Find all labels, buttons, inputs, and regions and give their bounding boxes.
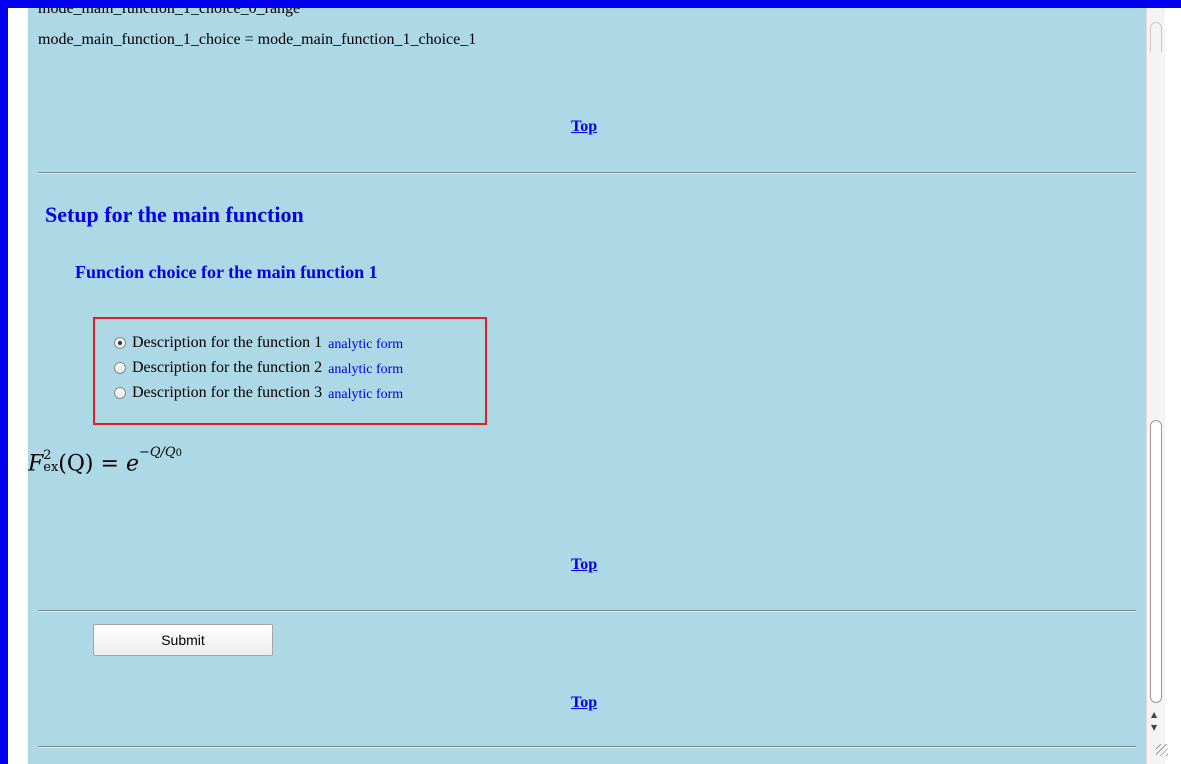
top-link[interactable]: Top bbox=[571, 694, 597, 712]
page-content: mode_main_function_1_choice_0_range mode… bbox=[28, 8, 1146, 764]
analytic-form-link[interactable]: analytic form bbox=[328, 387, 403, 403]
formula-equals: = bbox=[100, 451, 119, 477]
formula-letter: F bbox=[28, 451, 44, 477]
scrollbar-thumb[interactable] bbox=[1150, 420, 1162, 703]
mode-assignment-text: mode_main_function_1_choice = mode_main_… bbox=[38, 31, 477, 48]
option-label: Description for the function 3 bbox=[132, 384, 323, 401]
radio-button-checked[interactable] bbox=[114, 337, 126, 349]
section-divider bbox=[38, 746, 1136, 748]
frame-margin bbox=[8, 8, 28, 764]
window-frame-left bbox=[0, 0, 8, 764]
formula-base: e bbox=[125, 451, 139, 477]
function-formula: F 2 ex (Q) = e−Q/Q0 bbox=[28, 445, 182, 477]
submit-button[interactable]: Submit bbox=[93, 624, 273, 656]
window-frame-top bbox=[0, 0, 1181, 8]
formula-exponent: −Q/Q bbox=[138, 445, 176, 460]
radio-button[interactable] bbox=[114, 362, 126, 374]
up-arrow-icon[interactable]: ▲ bbox=[1151, 711, 1157, 719]
section-divider bbox=[38, 610, 1136, 612]
radio-button[interactable] bbox=[114, 387, 126, 399]
top-link[interactable]: Top bbox=[571, 556, 597, 574]
option-label: Description for the function 1 bbox=[132, 334, 323, 351]
formula-subscript: ex bbox=[43, 460, 59, 476]
resize-grip-icon[interactable] bbox=[1156, 744, 1168, 756]
formula-argument: (Q) bbox=[58, 451, 94, 477]
top-link[interactable]: Top bbox=[571, 118, 597, 136]
function-option-2[interactable]: Description for the function 2 analytic … bbox=[114, 356, 403, 380]
formula-exponent-subscript: 0 bbox=[175, 448, 182, 459]
vertical-scrollbar[interactable]: ▲ ▼ bbox=[1146, 8, 1165, 764]
scrollbar-track-cap bbox=[1150, 22, 1162, 52]
subsection-title: Function choice for the main function 1 bbox=[75, 262, 378, 282]
down-arrow-icon[interactable]: ▼ bbox=[1151, 724, 1157, 732]
function-option-1[interactable]: Description for the function 1 analytic … bbox=[114, 331, 403, 355]
analytic-form-link[interactable]: analytic form bbox=[328, 362, 403, 378]
function-choice-group: Description for the function 1 analytic … bbox=[93, 317, 487, 425]
function-option-3[interactable]: Description for the function 3 analytic … bbox=[114, 381, 403, 405]
section-title: Setup for the main function bbox=[45, 202, 304, 227]
analytic-form-link[interactable]: analytic form bbox=[328, 337, 403, 353]
section-divider bbox=[38, 172, 1136, 174]
option-label: Description for the function 2 bbox=[132, 359, 323, 376]
clipped-text-line: mode_main_function_1_choice_0_range bbox=[38, 8, 301, 17]
